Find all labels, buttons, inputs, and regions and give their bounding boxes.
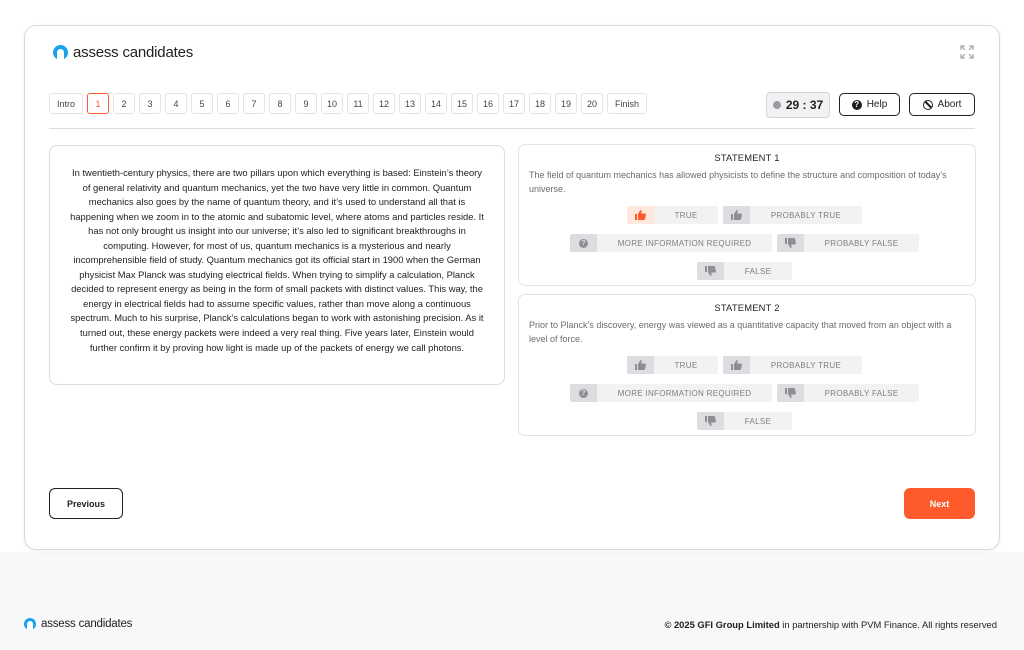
question-button-16[interactable]: 16: [477, 93, 500, 114]
help-button[interactable]: ? Help: [839, 93, 900, 116]
question-button-17[interactable]: 17: [503, 93, 526, 114]
option-probably-false[interactable]: PROBABLY FALSE: [777, 234, 919, 252]
passage-text: In twentieth-century physics, there are …: [70, 167, 484, 353]
option-label: TRUE: [674, 360, 698, 370]
previous-button[interactable]: Previous: [49, 488, 123, 519]
option-false[interactable]: FALSE: [697, 262, 792, 280]
next-button[interactable]: Next: [904, 488, 975, 519]
option-label: MORE INFORMATION REQUIRED: [617, 388, 752, 398]
question-button-6[interactable]: 6: [217, 93, 240, 114]
thumbs-up-icon: [627, 356, 654, 374]
question-button-10[interactable]: 10: [321, 93, 344, 114]
statement-text: Prior to Planck’s discovery, energy was …: [529, 320, 952, 344]
question-button-20[interactable]: 20: [581, 93, 604, 114]
question-button-13[interactable]: 13: [399, 93, 422, 114]
brand-logo: assess candidates: [53, 44, 193, 61]
option-true[interactable]: TRUE: [627, 356, 718, 374]
copyright-rest: in partnership with PVM Finance. All rig…: [779, 619, 997, 630]
countdown-timer: 29 : 37: [766, 92, 830, 118]
question-button-1[interactable]: 1: [87, 93, 110, 114]
question-button-12[interactable]: 12: [373, 93, 396, 114]
logo-icon: [24, 618, 36, 630]
option-label: PROBABLY TRUE: [770, 210, 842, 220]
question-circle-icon: ?: [570, 234, 597, 252]
question-button-7[interactable]: 7: [243, 93, 266, 114]
question-circle-icon: ?: [570, 384, 597, 402]
thumbs-down-outline-icon: [777, 384, 804, 402]
option-label: TRUE: [674, 210, 698, 220]
question-button-19[interactable]: 19: [555, 93, 578, 114]
option-false[interactable]: FALSE: [697, 412, 792, 430]
abort-button[interactable]: Abort: [909, 93, 975, 116]
clock-icon: [772, 101, 781, 109]
option-label: PROBABLY TRUE: [770, 360, 842, 370]
question-button-9[interactable]: 9: [295, 93, 318, 114]
header-divider: [49, 128, 975, 129]
option-label: PROBABLY FALSE: [824, 238, 899, 248]
statement-card-1: STATEMENT 1 The field of quantum mechani…: [518, 144, 976, 286]
thumbs-down-outline-icon: [777, 234, 804, 252]
option-probably-true[interactable]: PROBABLY TRUE: [723, 206, 862, 224]
option-probably-false[interactable]: PROBABLY FALSE: [777, 384, 919, 402]
question-navigation: Intro 1 2 3 4 5 6 7 8 9 10 11 12 13 14 1…: [49, 93, 648, 114]
question-button-8[interactable]: 8: [269, 93, 292, 114]
statement-title: STATEMENT 1: [714, 152, 780, 163]
question-button-3[interactable]: 3: [139, 93, 162, 114]
timer-value: 29 : 37: [785, 98, 824, 112]
question-button-15[interactable]: 15: [451, 93, 474, 114]
option-probably-true[interactable]: PROBABLY TRUE: [723, 356, 862, 374]
footer-copyright: © 2025 GFI Group Limited in partnership …: [664, 619, 997, 630]
question-button-4[interactable]: 4: [165, 93, 188, 114]
question-button-11[interactable]: 11: [347, 93, 370, 114]
option-label: PROBABLY FALSE: [824, 388, 899, 398]
statement-card-2: STATEMENT 2 Prior to Planck’s discovery,…: [518, 294, 976, 436]
option-more-information-required[interactable]: ? MORE INFORMATION REQUIRED: [570, 234, 772, 252]
intro-button[interactable]: Intro: [49, 93, 84, 114]
option-true[interactable]: TRUE: [627, 206, 718, 224]
question-button-14[interactable]: 14: [425, 93, 448, 114]
thumbs-up-icon: [627, 206, 654, 224]
expand-icon[interactable]: [960, 45, 974, 59]
copyright-company: © 2025 GFI Group Limited: [664, 619, 780, 630]
option-label: FALSE: [744, 416, 772, 426]
thumbs-up-outline-icon: [723, 206, 750, 224]
thumbs-up-outline-icon: [723, 356, 750, 374]
question-button-5[interactable]: 5: [191, 93, 214, 114]
option-more-information-required[interactable]: ? MORE INFORMATION REQUIRED: [570, 384, 772, 402]
option-label: FALSE: [744, 266, 772, 276]
reading-passage: In twentieth-century physics, there are …: [49, 145, 505, 385]
help-label: Help: [866, 99, 888, 110]
brand-name: assess candidates: [73, 44, 194, 61]
abort-label: Abort: [937, 99, 962, 110]
thumbs-down-icon: [697, 412, 724, 430]
question-button-18[interactable]: 18: [529, 93, 552, 114]
statement-text: The field of quantum mechanics has allow…: [529, 170, 947, 194]
question-mark-icon: ?: [851, 99, 862, 110]
question-button-2[interactable]: 2: [113, 93, 136, 114]
footer-logo: assess candidates: [24, 618, 132, 630]
logo-icon: [53, 45, 68, 60]
footer-brand-name: assess candidates: [41, 618, 133, 630]
option-label: MORE INFORMATION REQUIRED: [617, 238, 752, 248]
thumbs-down-icon: [697, 262, 724, 280]
statement-title: STATEMENT 2: [714, 302, 780, 313]
finish-button[interactable]: Finish: [607, 93, 648, 114]
prohibited-icon: [922, 99, 933, 110]
